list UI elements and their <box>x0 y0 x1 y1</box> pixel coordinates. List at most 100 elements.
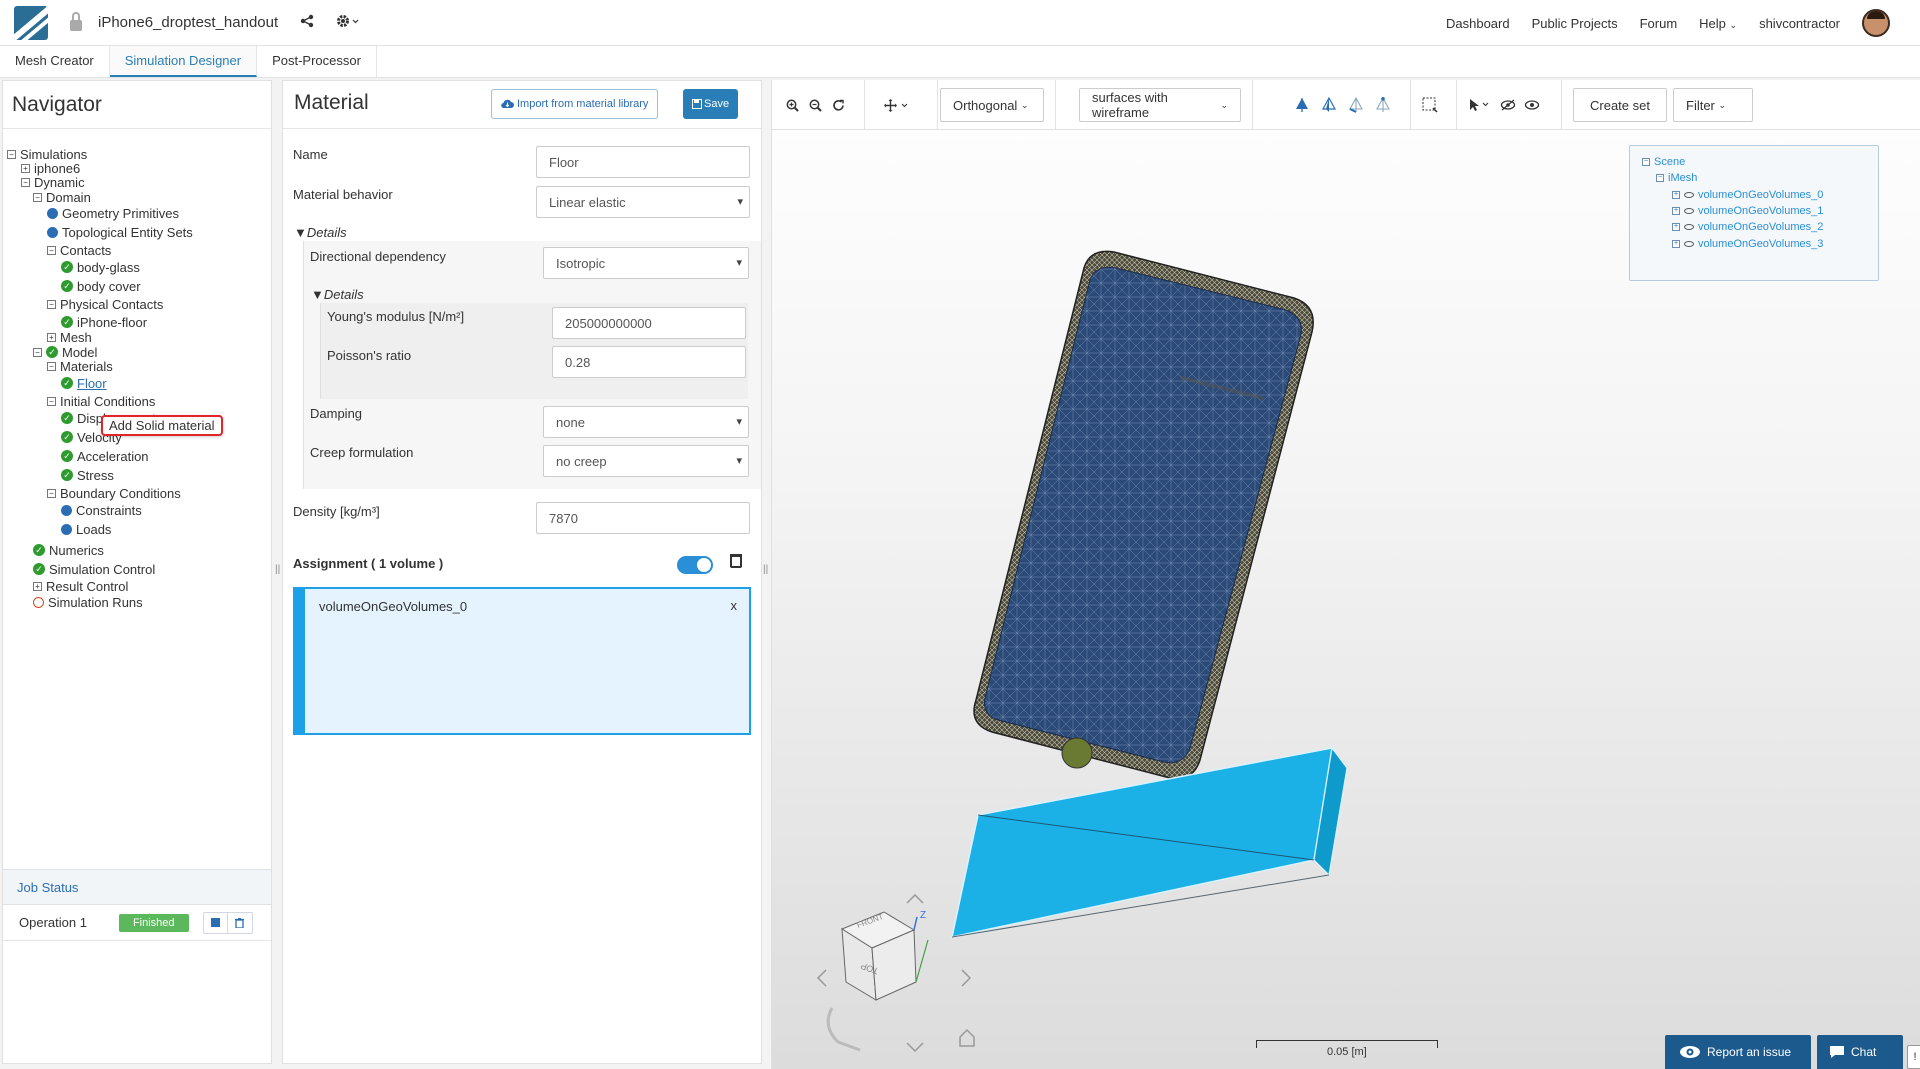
collapse-icon[interactable]: − <box>47 245 56 255</box>
job-status-header[interactable]: Job Status <box>3 869 271 905</box>
name-input[interactable]: Floor <box>536 146 750 178</box>
details-toggle-label: Details <box>306 225 347 240</box>
share-icon[interactable] <box>300 14 314 31</box>
roll-icon[interactable] <box>826 1007 861 1052</box>
tree-item-label: Physical Contacts <box>60 296 164 312</box>
tree-item-simulation-runs[interactable]: Simulation Runs <box>33 593 143 611</box>
status-dot-icon <box>47 207 58 219</box>
density-input[interactable]: 7870 <box>536 502 750 534</box>
home-view-icon[interactable] <box>959 1028 975 1047</box>
tree-item-numerics[interactable]: ✓ Numerics <box>33 541 104 559</box>
job-operation-name[interactable]: Operation 1 <box>19 915 87 930</box>
chat-button[interactable]: Chat <box>1817 1035 1903 1069</box>
nav-dashboard[interactable]: Dashboard <box>1446 16 1510 31</box>
tree-item-constraints[interactable]: Constraints <box>61 501 142 519</box>
collapse-icon[interactable]: − <box>47 488 56 498</box>
poissons-ratio-label: Poisson's ratio <box>327 348 412 363</box>
tree-item-label: Loads <box>76 521 112 537</box>
tree-item-label: Initial Conditions <box>60 393 156 409</box>
youngs-modulus-input[interactable]: 205000000000 <box>552 307 746 339</box>
tree-item-topological-entity-sets[interactable]: Topological Entity Sets <box>47 223 193 241</box>
tree-item-initial-conditions[interactable]: − Initial Conditions <box>47 392 155 410</box>
tree-item-body-glass[interactable]: ✓ body-glass <box>61 258 140 276</box>
tree-item-body-cover[interactable]: ✓ body cover <box>61 277 141 295</box>
right-splitter-handle[interactable]: || <box>763 564 768 575</box>
collapse-icon[interactable]: − <box>7 149 16 159</box>
rotate-right-icon[interactable] <box>961 969 972 987</box>
density-label: Density [kg/m³] <box>293 504 380 519</box>
left-splitter-handle[interactable]: || <box>275 564 280 575</box>
rotate-left-icon[interactable] <box>816 969 827 987</box>
collapse-icon[interactable]: − <box>47 361 56 371</box>
save-button[interactable]: Save <box>683 89 739 119</box>
tree-item-loads[interactable]: Loads <box>61 520 111 538</box>
rotate-up-icon[interactable] <box>906 893 924 904</box>
tree-item-acceleration[interactable]: ✓ Acceleration <box>61 447 149 465</box>
phone-model[interactable] <box>973 250 1314 780</box>
job-row: Operation 1 Finished <box>3 905 271 941</box>
add-solid-material-menu-item[interactable]: Add Solid material <box>101 415 223 436</box>
job-actions <box>202 911 253 934</box>
expand-icon[interactable]: + <box>21 163 30 173</box>
expand-icon[interactable]: + <box>33 581 42 591</box>
nav-help-label: Help <box>1699 15 1726 31</box>
inner-details-toggle[interactable]: ▼Details <box>311 287 364 302</box>
collapse-icon[interactable]: − <box>47 396 56 406</box>
poissons-ratio-input[interactable]: 0.28 <box>552 346 746 378</box>
tree-item-physical-contacts[interactable]: − Physical Contacts <box>47 295 163 313</box>
tree-item-boundary-conditions[interactable]: − Boundary Conditions <box>47 484 181 502</box>
tree-item-geometry-primitives[interactable]: Geometry Primitives <box>47 204 179 222</box>
simscale-logo[interactable] <box>14 5 48 40</box>
material-behavior-select[interactable]: Linear elastic <box>536 186 750 218</box>
tab-simulation-designer[interactable]: Simulation Designer <box>109 46 258 77</box>
nav-public-projects[interactable]: Public Projects <box>1532 16 1618 31</box>
damping-select[interactable]: none <box>543 406 749 438</box>
stop-button[interactable] <box>204 912 228 933</box>
top-nav: Dashboard Public Projects Forum Help ⌄ s… <box>1446 0 1890 46</box>
view-cube[interactable]: FRONT TOP Z <box>816 893 975 1053</box>
nav-help[interactable]: Help ⌄ <box>1699 16 1737 31</box>
damping-label: Damping <box>310 406 363 421</box>
tree-item-materials[interactable]: − Materials <box>47 357 113 375</box>
project-title: iPhone6_droptest_handout <box>98 14 279 31</box>
user-name[interactable]: shivcontractor <box>1759 16 1840 31</box>
delete-job-button[interactable] <box>228 913 252 933</box>
3d-model-canvas[interactable]: FRONT TOP Z <box>772 80 1920 1069</box>
status-dot-icon <box>61 504 72 516</box>
creep-formulation-select[interactable]: no creep <box>543 445 749 477</box>
collapse-icon[interactable]: − <box>33 192 42 202</box>
assignment-toggle[interactable] <box>677 556 713 574</box>
tree-item-label: Simulation Runs <box>48 594 143 610</box>
inner-details-toggle-label: Details <box>323 287 364 302</box>
settings-gear-icon[interactable] <box>336 14 360 31</box>
collapse-icon[interactable]: − <box>21 177 30 187</box>
tree-item-label: Stress <box>77 467 114 483</box>
assigned-volume: volumeOnGeoVolumes_0 <box>319 599 468 614</box>
feedback-tab-button[interactable]: ! <box>1907 1045 1920 1069</box>
tree-item-simulation-control[interactable]: ✓ Simulation Control <box>33 560 155 578</box>
tree-item-label: Geometry Primitives <box>62 205 180 221</box>
trash-icon[interactable] <box>730 554 742 568</box>
collapse-icon[interactable]: − <box>47 299 56 309</box>
expand-icon[interactable]: + <box>47 332 56 342</box>
avatar[interactable] <box>1862 9 1890 37</box>
details-toggle[interactable]: ▼Details <box>294 225 347 240</box>
assignment-list[interactable]: volumeOnGeoVolumes_0 x <box>293 587 751 735</box>
tab-post-processor[interactable]: Post-Processor <box>257 46 377 77</box>
tree-item-floor[interactable]: ✓ Floor <box>61 374 107 392</box>
tree-item-stress[interactable]: ✓ Stress <box>61 466 114 484</box>
nav-forum[interactable]: Forum <box>1640 16 1678 31</box>
import-material-button[interactable]: Import from material library <box>491 89 659 119</box>
directional-dependency-select[interactable]: Isotropic <box>543 247 749 279</box>
material-behavior-label: Material behavior <box>293 187 393 202</box>
rotate-down-icon[interactable] <box>906 1042 924 1053</box>
navigator-panel: Navigator − Simulations + iphone6− Dynamic − D… <box>2 80 272 1064</box>
report-issue-button[interactable]: Report an issue <box>1665 1035 1811 1069</box>
remove-assignment-button[interactable]: x <box>731 598 738 613</box>
3d-viewer[interactable]: Orthogonal ⌄ surfaces with wireframe ⌄ C… <box>771 80 1920 1069</box>
tree-item-contacts[interactable]: − Contacts <box>47 241 111 259</box>
floor-model[interactable] <box>951 746 1348 938</box>
tab-mesh-creator[interactable]: Mesh Creator <box>0 46 110 77</box>
collapse-icon[interactable]: − <box>33 347 42 357</box>
tree-item-label: Topological Entity Sets <box>62 224 193 240</box>
